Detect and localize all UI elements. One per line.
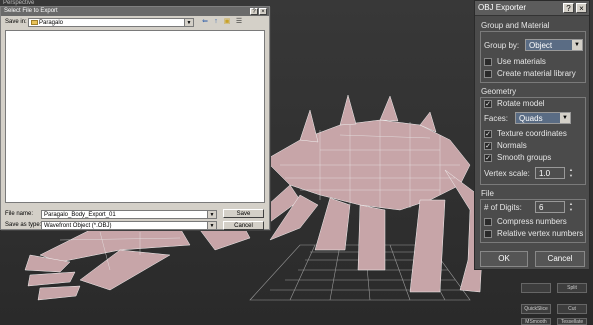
- view-menu-icon[interactable]: ☰: [235, 18, 243, 26]
- split-button[interactable]: Split: [557, 283, 587, 293]
- up-folder-icon[interactable]: ↑: [212, 18, 220, 26]
- faces-label: Faces:: [484, 114, 509, 123]
- cancel-button[interactable]: Cancel: [223, 221, 264, 230]
- file-dialog-titlebar: Select File to Export ? ×: [1, 7, 269, 16]
- folder-icon: [31, 20, 38, 25]
- help-button[interactable]: ?: [563, 3, 574, 13]
- obj-exporter-dialog: OBJ Exporter ? × Group and Material Grou…: [474, 0, 590, 270]
- texture-coordinates-label: Texture coordinates: [497, 129, 567, 138]
- save-as-type-value: Wavefront Object (*.OBJ): [44, 223, 112, 229]
- smooth-groups-label: Smooth groups: [497, 153, 552, 162]
- close-button[interactable]: ×: [259, 8, 267, 15]
- help-button[interactable]: ?: [250, 8, 258, 15]
- close-button[interactable]: ×: [576, 3, 587, 13]
- faces-select[interactable]: Quads ▼: [515, 112, 571, 124]
- vertex-scale-input[interactable]: 1.0: [535, 167, 565, 179]
- relative-vertex-numbers-checkbox[interactable]: [484, 230, 492, 238]
- create-material-library-label: Create material library: [497, 69, 576, 78]
- normals-label: Normals: [497, 141, 527, 150]
- vertex-scale-spinner[interactable]: ▲ ▼: [567, 167, 575, 179]
- digits-value: 6: [539, 203, 544, 212]
- file-name-value: Paragalo_Body_Export_01: [44, 212, 116, 218]
- tessellate-button[interactable]: Tessellate: [557, 318, 587, 325]
- vertex-scale-label: Vertex scale:: [484, 169, 530, 178]
- rotate-model-label: Rotate model: [497, 99, 545, 108]
- digits-spinner[interactable]: ▲ ▼: [567, 201, 575, 213]
- file-list[interactable]: [5, 30, 265, 203]
- new-folder-icon[interactable]: ▣: [223, 18, 231, 26]
- cut-button[interactable]: Cut: [557, 304, 587, 314]
- compress-numbers-label: Compress numbers: [497, 217, 567, 226]
- group-by-select[interactable]: Object ▼: [525, 39, 583, 51]
- chevron-down-icon[interactable]: ▼: [207, 211, 216, 218]
- file-name-label: File name:: [5, 211, 34, 217]
- obj-exporter-titlebar: OBJ Exporter ? ×: [475, 1, 589, 16]
- normals-checkbox[interactable]: ✓: [484, 142, 492, 150]
- save-in-label: Save in:: [5, 19, 27, 25]
- save-in-dropdown[interactable]: Paragalo ▼: [28, 18, 194, 27]
- msmooth-button[interactable]: MSmooth: [521, 318, 551, 325]
- back-icon[interactable]: ⇐: [201, 18, 209, 26]
- use-materials-checkbox[interactable]: [484, 58, 492, 66]
- use-materials-label: Use materials: [497, 57, 546, 66]
- group-by-label: Group by:: [484, 41, 520, 50]
- geometry-heading: Geometry: [481, 87, 517, 96]
- group-material-heading: Group and Material: [481, 21, 550, 30]
- rotate-model-checkbox[interactable]: ✓: [484, 100, 492, 108]
- save-as-type-label: Save as type:: [5, 222, 42, 228]
- chevron-down-icon: ▼: [560, 113, 570, 123]
- ok-button[interactable]: OK: [480, 251, 528, 267]
- file-dialog-title: Select File to Export: [4, 8, 58, 14]
- save-button[interactable]: Save: [223, 209, 264, 218]
- save-in-value: Paragalo: [39, 20, 64, 26]
- smooth-groups-checkbox[interactable]: ✓: [484, 154, 492, 162]
- obj-exporter-title: OBJ Exporter: [478, 3, 527, 12]
- chevron-down-icon: ▼: [184, 19, 193, 26]
- chevron-down-icon: ▼: [207, 222, 216, 229]
- blank-tool-button[interactable]: [521, 283, 551, 293]
- file-name-input[interactable]: Paragalo_Body_Export_01 ▼: [41, 210, 217, 219]
- compress-numbers-checkbox[interactable]: [484, 218, 492, 226]
- relative-vertex-numbers-label: Relative vertex numbers: [497, 229, 584, 238]
- vertex-scale-value: 1.0: [539, 169, 551, 178]
- chevron-down-icon: ▼: [572, 40, 582, 50]
- select-file-dialog: Select File to Export ? × Save in: Parag…: [0, 6, 270, 230]
- digits-label: # of Digits:: [484, 203, 522, 212]
- file-heading: File: [481, 189, 494, 198]
- texture-coordinates-checkbox[interactable]: ✓: [484, 130, 492, 138]
- save-as-type-select[interactable]: Wavefront Object (*.OBJ) ▼: [41, 221, 217, 230]
- faces-value: Quads: [519, 114, 543, 123]
- digits-input[interactable]: 6: [535, 201, 565, 213]
- group-by-value: Object: [529, 41, 553, 50]
- quickslice-button[interactable]: QuickSlice: [521, 304, 551, 314]
- cancel-button[interactable]: Cancel: [535, 251, 585, 267]
- create-material-library-checkbox[interactable]: [484, 70, 492, 78]
